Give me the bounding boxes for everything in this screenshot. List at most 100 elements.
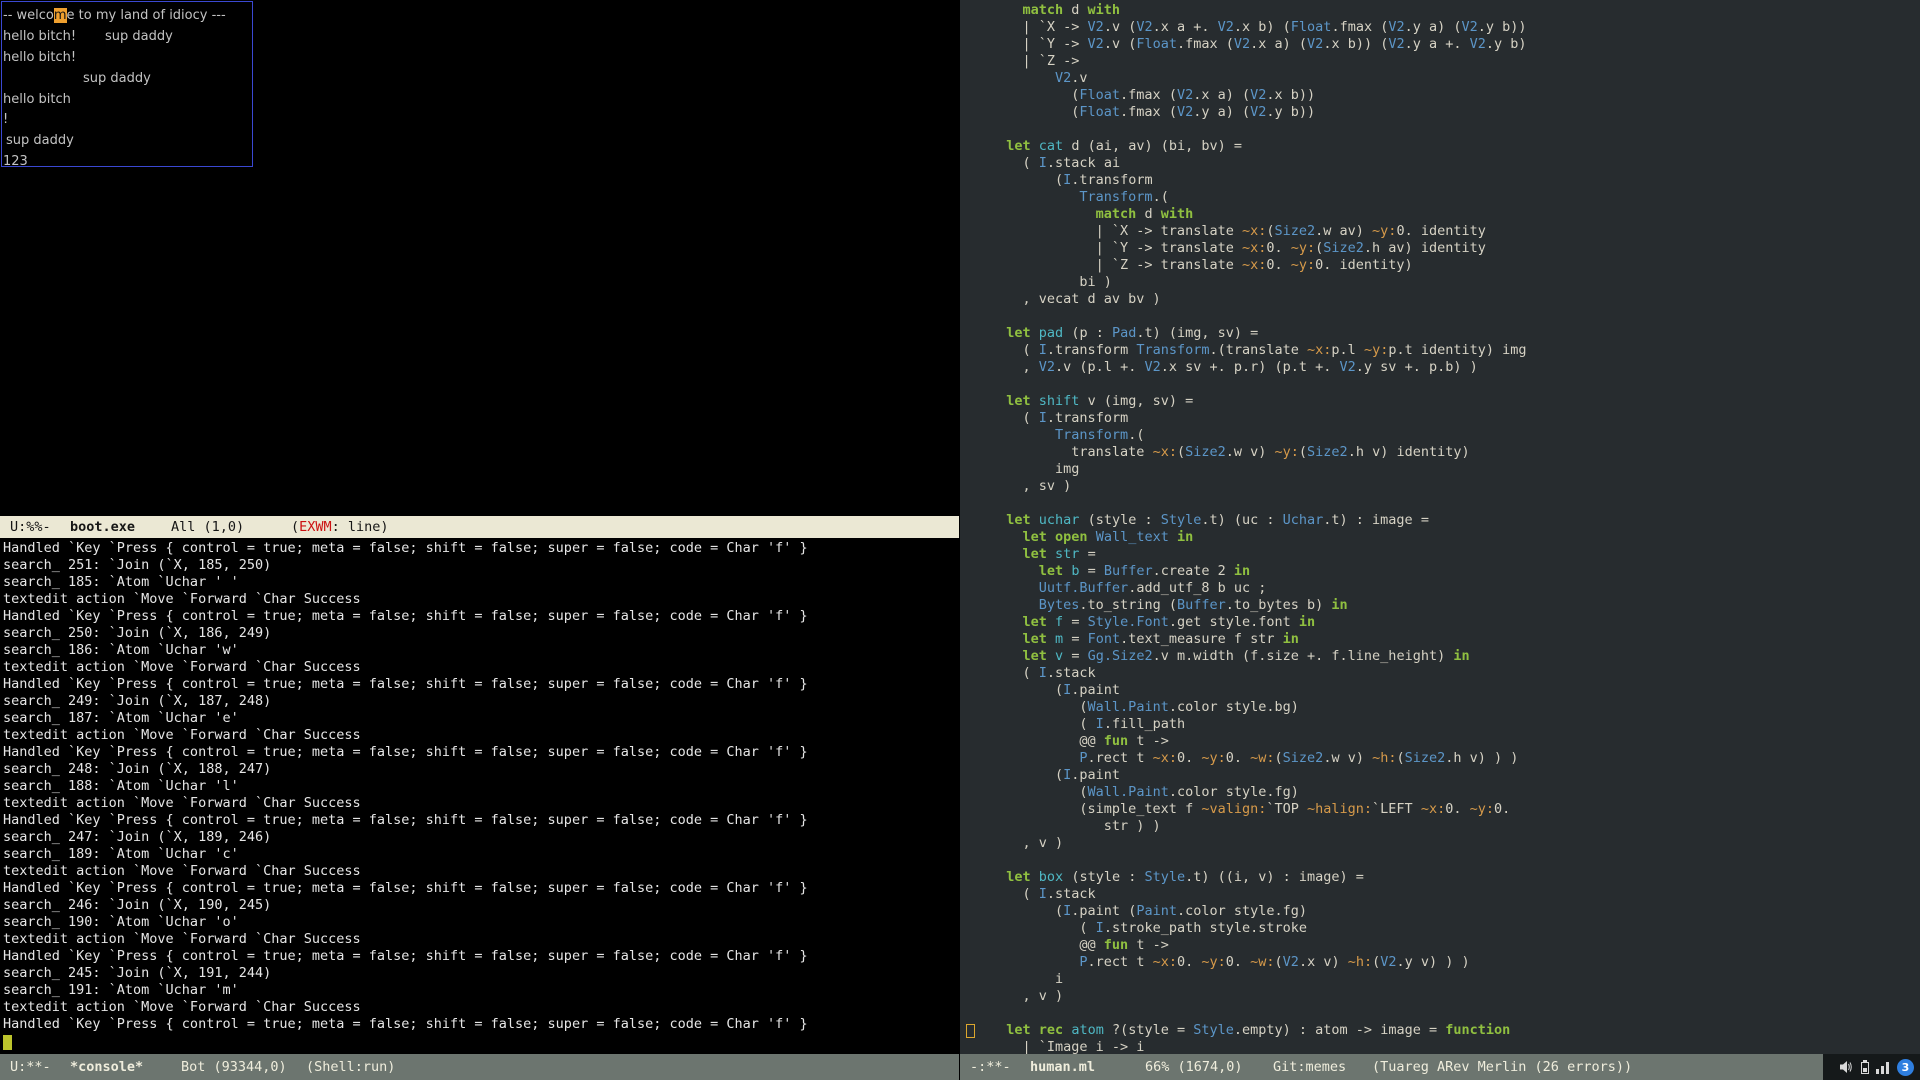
boot-text-line: 123 xyxy=(3,154,28,169)
modeline-buffer-name[interactable]: human.ml xyxy=(1030,1054,1095,1080)
modeline-flags: -:**- xyxy=(970,1054,1011,1080)
emacs-frame: -- welcome to my land of idiocy ---hello… xyxy=(0,0,1920,1080)
console-modeline[interactable]: U:**- *console* Bot (93344,0) (Shell:run… xyxy=(0,1054,959,1080)
code-line: ( I.stack ai xyxy=(990,155,1920,172)
mode-rest: : line) xyxy=(332,519,389,535)
code-line: , sv ) xyxy=(990,478,1920,495)
code-line: P.rect t ~x:0. ~y:0. ~w:(V2.x v) ~h:(V2.… xyxy=(990,954,1920,971)
modeline-buffer-name[interactable]: *console* xyxy=(70,1054,143,1080)
code-line: (Wall.Paint.color style.bg) xyxy=(990,699,1920,716)
code-line: let box (style : Style.t) ((i, v) : imag… xyxy=(990,869,1920,886)
modeline-position: All (1,0) xyxy=(171,516,244,538)
code-line: Transform.( xyxy=(990,189,1920,206)
system-tray: 3 xyxy=(1823,1054,1920,1080)
console-log-line: Handled `Key `Press { control = true; me… xyxy=(3,812,959,829)
console-log-line: search_ 247: `Join (`X, 189, 246) xyxy=(3,829,959,846)
mode-paren: ( xyxy=(291,519,299,535)
boot-text-line: hello bitch! xyxy=(3,50,76,65)
code-line: (Float.fmax (V2.x a) (V2.x b)) xyxy=(990,87,1920,104)
code-lines: match d with | `X -> V2.v (V2.x a +. V2.… xyxy=(990,2,1920,1054)
code-line: let shift v (img, sv) = xyxy=(990,393,1920,410)
console-log-line: search_ 185: `Atom `Uchar ' ' xyxy=(3,574,959,591)
console-log-line: Handled `Key `Press { control = true; me… xyxy=(3,744,959,761)
console-log-line: Handled `Key `Press { control = true; me… xyxy=(3,1016,959,1033)
battery-icon[interactable] xyxy=(1861,1060,1869,1074)
code-line xyxy=(990,308,1920,325)
code-line: let cat d (ai, av) (bi, bv) = xyxy=(990,138,1920,155)
code-line: Uutf.Buffer.add_utf_8 b uc ; xyxy=(990,580,1920,597)
code-line: ( I.stroke_path style.stroke xyxy=(990,920,1920,937)
code-line: let str = xyxy=(990,546,1920,563)
console-log-line: search_ 245: `Join (`X, 191, 244) xyxy=(3,965,959,982)
boot-exe-window[interactable]: -- welcome to my land of idiocy ---hello… xyxy=(0,0,959,516)
console-buffer[interactable]: Handled `Key `Press { control = true; me… xyxy=(0,538,959,1054)
console-log-line: textedit action `Move `Forward `Char Suc… xyxy=(3,795,959,812)
code-window[interactable]: match d with | `X -> V2.v (V2.x a +. V2.… xyxy=(959,0,1920,1080)
code-line: | `X -> translate ~x:(Size2.w av) ~y:0. … xyxy=(990,223,1920,240)
boot-text-line: sup daddy xyxy=(105,29,173,44)
boot-modeline[interactable]: U:%%- boot.exe All (1,0) (EXWM: line) xyxy=(0,516,959,538)
console-log-line: search_ 189: `Atom `Uchar 'c' xyxy=(3,846,959,863)
code-line: match d with xyxy=(990,206,1920,223)
code-line: i xyxy=(990,971,1920,988)
code-line: (I.paint xyxy=(990,767,1920,784)
code-line: bi ) xyxy=(990,274,1920,291)
boot-text-line: sup daddy xyxy=(83,71,151,86)
console-log-line: textedit action `Move `Forward `Char Suc… xyxy=(3,931,959,948)
code-line: let open Wall_text in xyxy=(990,529,1920,546)
code-line xyxy=(990,852,1920,869)
modeline-mode[interactable]: (Shell:run) xyxy=(306,1054,395,1080)
boot-text-line: ! xyxy=(3,112,8,127)
modeline-mode[interactable]: (EXWM: line) xyxy=(291,516,389,538)
code-line: (I.transform xyxy=(990,172,1920,189)
code-line: (Wall.Paint.color style.fg) xyxy=(990,784,1920,801)
console-log-line: search_ 250: `Join (`X, 186, 249) xyxy=(3,625,959,642)
code-line: str ) ) xyxy=(990,818,1920,835)
console-log: Handled `Key `Press { control = true; me… xyxy=(3,540,959,1033)
code-line: img xyxy=(990,461,1920,478)
code-line: ( I.transform xyxy=(990,410,1920,427)
console-log-line: Handled `Key `Press { control = true; me… xyxy=(3,880,959,897)
code-line: ( I.transform Transform.(translate ~x:p.… xyxy=(990,342,1920,359)
git-branch-indicator[interactable]: Git:memes xyxy=(1273,1054,1346,1080)
code-buffer[interactable]: match d with | `X -> V2.v (V2.x a +. V2.… xyxy=(960,0,1920,1054)
code-line xyxy=(990,121,1920,138)
modeline-position: 66% (1674,0) xyxy=(1145,1054,1243,1080)
code-line: (I.paint xyxy=(990,682,1920,699)
modeline-position: Bot (93344,0) xyxy=(181,1054,287,1080)
inactive-cursor xyxy=(966,1024,975,1038)
boot-text-line: hello bitch xyxy=(3,92,71,107)
modeline-buffer-name[interactable]: boot.exe xyxy=(70,516,135,538)
code-line: (simple_text f ~valign:`TOP ~halign:`LEF… xyxy=(990,801,1920,818)
code-line: V2.v xyxy=(990,70,1920,87)
code-line: , V2.v (p.l +. V2.x sv +. p.r) (p.t +. V… xyxy=(990,359,1920,376)
code-line xyxy=(990,495,1920,512)
network-signal-icon[interactable] xyxy=(1876,1060,1890,1074)
code-line: translate ~x:(Size2.w v) ~y:(Size2.h v) … xyxy=(990,444,1920,461)
console-log-line: search_ 249: `Join (`X, 187, 248) xyxy=(3,693,959,710)
code-line: match d with xyxy=(990,2,1920,19)
console-log-line: Handled `Key `Press { control = true; me… xyxy=(3,948,959,965)
code-line: Transform.( xyxy=(990,427,1920,444)
code-line: , v ) xyxy=(990,988,1920,1005)
console-log-line: search_ 246: `Join (`X, 190, 245) xyxy=(3,897,959,914)
modeline-flags: U:%%- xyxy=(10,516,51,538)
code-line: | `Z -> translate ~x:0. ~y:0. identity) xyxy=(990,257,1920,274)
boot-app-cursor: m xyxy=(54,8,67,23)
code-line: let pad (p : Pad.t) (img, sv) = xyxy=(990,325,1920,342)
text-cursor xyxy=(3,1035,12,1050)
console-log-line: textedit action `Move `Forward `Char Suc… xyxy=(3,999,959,1016)
code-line: ( I.stack xyxy=(990,665,1920,682)
code-line: (Float.fmax (V2.y a) (V2.y b)) xyxy=(990,104,1920,121)
console-log-line: search_ 190: `Atom `Uchar 'o' xyxy=(3,914,959,931)
code-line: ( I.fill_path xyxy=(990,716,1920,733)
code-line: (I.paint (Paint.color style.fg) xyxy=(990,903,1920,920)
code-line: let f = Style.Font.get style.font in xyxy=(990,614,1920,631)
human-modeline[interactable]: -:**- human.ml 66% (1674,0) Git:memes (T… xyxy=(960,1054,1920,1080)
code-line: let m = Font.text_measure f str in xyxy=(990,631,1920,648)
modeline-mode[interactable]: (Tuareg ARev Merlin (26 errors)) xyxy=(1372,1054,1632,1080)
volume-icon[interactable] xyxy=(1839,1060,1854,1074)
notification-badge[interactable]: 3 xyxy=(1897,1059,1914,1076)
code-line: | `Y -> V2.v (Float.fmax (V2.x a) (V2.x … xyxy=(990,36,1920,53)
console-log-line: textedit action `Move `Forward `Char Suc… xyxy=(3,591,959,608)
